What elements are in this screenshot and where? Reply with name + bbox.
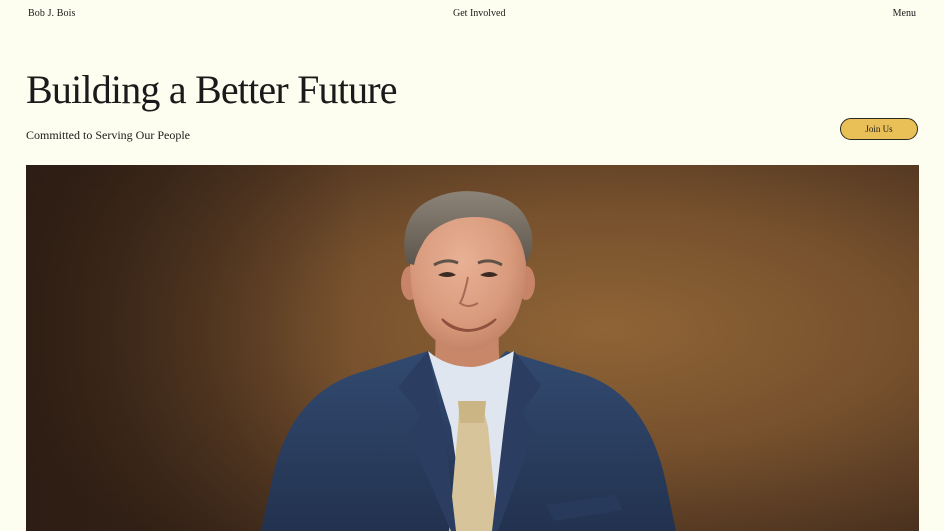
nav-get-involved[interactable]: Get Involved [453,8,506,19]
menu-button[interactable]: Menu [893,8,916,19]
top-bar: Bob J. Bois Get Involved Menu [0,0,944,28]
brand-link[interactable]: Bob J. Bois [28,8,76,19]
portrait-illustration [26,165,919,531]
join-us-button[interactable]: Join Us [840,118,918,140]
hero-portrait-photo [26,165,919,531]
tie-knot [458,401,486,423]
hero-title: Building a Better Future [26,67,398,112]
hero-subtitle: Committed to Serving Our People [26,128,190,142]
